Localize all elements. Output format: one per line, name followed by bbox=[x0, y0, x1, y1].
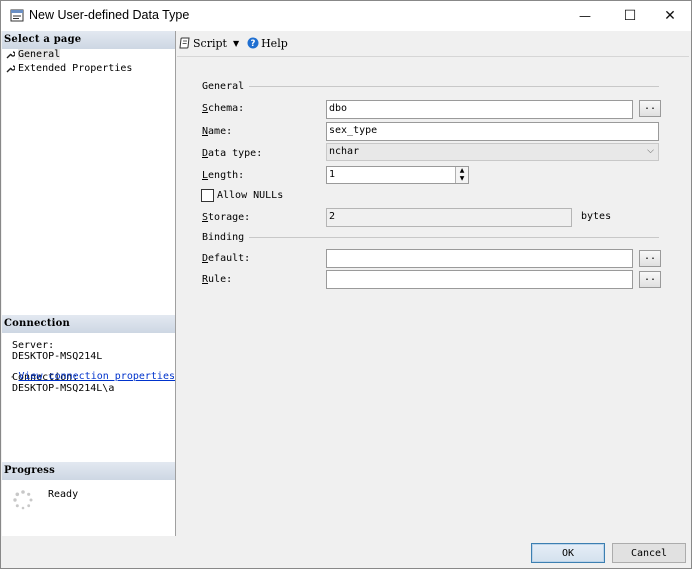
spinner-up-icon[interactable]: ▲ bbox=[456, 167, 468, 175]
script-button[interactable]: Script ▼ bbox=[179, 37, 239, 50]
datatype-select[interactable]: nchar ⌵ bbox=[326, 143, 659, 161]
toolbar: Script ▼ ? Help bbox=[179, 34, 288, 52]
storage-label: Storage: bbox=[202, 212, 251, 223]
spinner-down-icon[interactable]: ▼ bbox=[456, 175, 468, 183]
window-title: New User-defined Data Type bbox=[29, 8, 190, 22]
chevron-down-icon: ⌵ bbox=[647, 146, 654, 156]
connection-header: Connection bbox=[2, 315, 175, 333]
help-button[interactable]: ? Help bbox=[247, 37, 288, 50]
view-connection-properties-link[interactable]: View connection properties bbox=[11, 371, 175, 382]
connection-icon bbox=[11, 375, 15, 378]
page-item-extended-properties[interactable]: Extended Properties bbox=[6, 63, 132, 74]
allow-nulls-label: Allow NULLs bbox=[217, 190, 284, 201]
binding-group-line bbox=[249, 237, 659, 238]
general-group-line bbox=[249, 86, 659, 87]
name-label: Name: bbox=[202, 126, 233, 137]
select-page-header: Select a page bbox=[2, 31, 175, 49]
allow-nulls-checkbox[interactable]: Allow NULLs bbox=[201, 189, 283, 202]
server-value: DESKTOP-MSQ214L bbox=[12, 351, 103, 362]
length-label: Length: bbox=[202, 170, 245, 181]
binding-group-title: Binding bbox=[202, 232, 245, 243]
minimize-button[interactable]: — bbox=[562, 1, 608, 31]
general-group-title: General bbox=[202, 81, 245, 92]
data-type-icon bbox=[10, 9, 24, 22]
page-item-general[interactable]: General bbox=[6, 49, 61, 60]
default-browse-button[interactable]: .. bbox=[639, 250, 661, 267]
minimize-icon: — bbox=[579, 9, 591, 23]
view-connection-link-label: View connection properties bbox=[18, 371, 175, 382]
progress-spinner-icon bbox=[13, 490, 33, 510]
wrench-icon bbox=[6, 51, 15, 59]
length-input[interactable]: 1 bbox=[326, 166, 469, 184]
rule-browse-button[interactable]: .. bbox=[639, 271, 661, 288]
schema-input[interactable]: dbo bbox=[326, 100, 633, 119]
maximize-icon: ☐ bbox=[623, 8, 637, 24]
schema-browse-button[interactable]: .. bbox=[639, 100, 661, 117]
checkbox-box[interactable] bbox=[201, 189, 214, 202]
progress-status: Ready bbox=[48, 489, 79, 500]
rule-input[interactable] bbox=[326, 270, 633, 289]
chevron-down-icon: ▼ bbox=[232, 38, 240, 48]
name-input[interactable]: sex_type bbox=[326, 122, 659, 141]
ok-button[interactable]: OK bbox=[531, 543, 605, 563]
default-label: Default: bbox=[202, 253, 251, 264]
help-label: Help bbox=[261, 36, 288, 50]
datatype-value: nchar bbox=[329, 146, 360, 157]
storage-unit: bytes bbox=[581, 211, 612, 222]
connection-value: DESKTOP-MSQ214L\a bbox=[12, 383, 115, 394]
help-icon: ? bbox=[247, 37, 259, 49]
length-spinner[interactable]: ▲ ▼ bbox=[455, 167, 468, 183]
schema-label: Schema: bbox=[202, 103, 245, 114]
left-pane: Select a page General Extended Propertie… bbox=[2, 31, 176, 536]
progress-header: Progress bbox=[2, 462, 175, 480]
cancel-button[interactable]: Cancel bbox=[612, 543, 686, 563]
page-item-label: Extended Properties bbox=[18, 63, 133, 74]
page-item-label: General bbox=[18, 49, 61, 60]
rule-label: Rule: bbox=[202, 274, 233, 285]
datatype-label: Data type: bbox=[202, 148, 263, 159]
wrench-icon bbox=[6, 65, 15, 73]
close-button[interactable]: ✕ bbox=[647, 1, 692, 31]
title-bar: New User-defined Data Type — ☐ ✕ bbox=[1, 1, 691, 31]
storage-value: 2 bbox=[326, 208, 572, 227]
default-input[interactable] bbox=[326, 249, 633, 268]
dialog-window: New User-defined Data Type — ☐ ✕ Select … bbox=[0, 0, 692, 569]
script-icon bbox=[179, 37, 190, 49]
script-label: Script bbox=[193, 36, 227, 50]
svg-text:?: ? bbox=[251, 39, 256, 49]
close-icon: ✕ bbox=[664, 8, 676, 24]
server-label: Server: bbox=[12, 340, 55, 351]
toolbar-separator bbox=[177, 56, 689, 57]
